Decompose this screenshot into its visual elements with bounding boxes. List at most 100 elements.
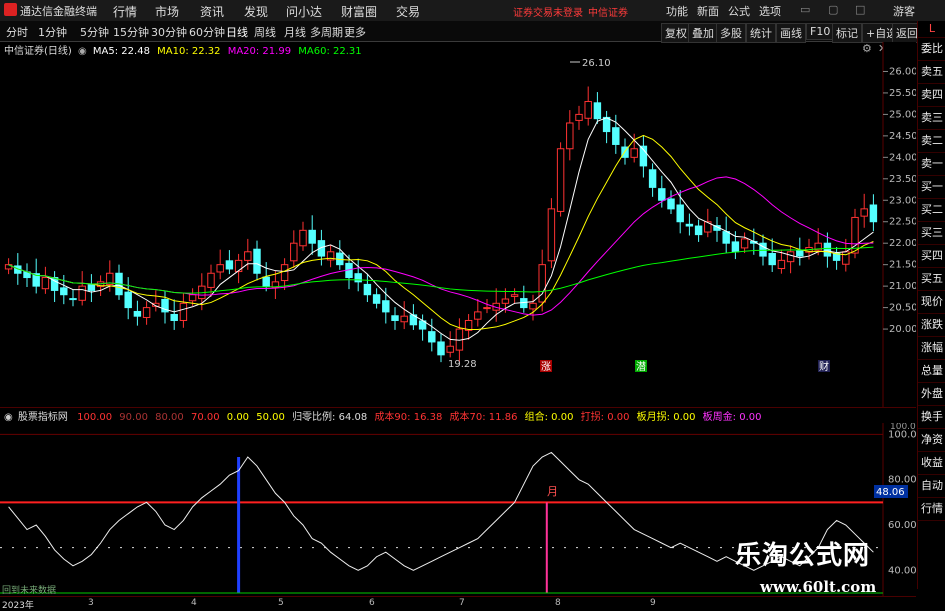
broker-name: 中信证券 [588,8,628,19]
period-60min[interactable]: 60分钟 [189,24,225,40]
ind-axis-label: 40.00 [888,565,916,576]
menu-trade[interactable]: 交易 [396,3,420,20]
price-tick-label: 21.50 [889,260,916,271]
low-annotation: 19.28 [448,359,477,370]
candle-body [133,310,142,317]
period-30min[interactable]: 30分钟 [151,24,187,40]
menu-formula[interactable]: 公式 [728,3,750,19]
indicator-v0: 0.00 [226,412,250,423]
price-tick-label: 21.00 [889,281,916,292]
menu-discover[interactable]: 发现 [244,3,268,20]
price-tick-label: 22.00 [889,238,916,249]
timeline-bar: 2023年 3 4 5 6 7 8 9 [0,596,916,611]
side-item-6[interactable]: 卖一 [918,153,945,176]
side-item-16[interactable]: 外盘 [918,383,945,406]
candle-body [694,225,703,236]
toolbar-draw[interactable]: 画线 [776,23,806,43]
period-more[interactable]: 更多 [344,24,366,40]
candle-body [216,264,224,273]
menu-function[interactable]: 功能 [666,3,688,19]
indicator-v100: 100.00 [77,412,113,423]
indicator-cost70: 成本70: 11.86 [449,412,518,423]
menu-quotes[interactable]: 行情 [113,3,137,20]
candle-body [648,169,657,188]
candle-body [538,264,546,303]
side-item-14[interactable]: 涨幅 [918,337,945,360]
candle-body [777,259,786,270]
candle-body [391,315,399,321]
period-intraday[interactable]: 分时 [6,24,28,40]
candle-body [244,251,252,261]
candle-body [354,273,362,283]
app-logo-icon [4,3,17,16]
price-tick-label: 23.00 [889,195,916,206]
toolbar-mark[interactable]: 标记 [832,23,862,43]
toolbar-f10[interactable]: F10 [806,23,835,40]
side-item-13[interactable]: 涨跌 [918,314,945,337]
minimize-icon[interactable]: ▭ [800,3,810,16]
side-item-7[interactable]: 买一 [918,176,945,199]
period-multi[interactable]: 多周期 [310,24,343,40]
side-item-11[interactable]: 买五 [918,268,945,291]
restore-icon[interactable]: ▢ [828,3,838,16]
candle-body [225,260,234,270]
candle-body [41,277,50,290]
side-item-18[interactable]: 净资 [918,429,945,452]
future-data-label[interactable]: 回到未来数据 [2,583,56,596]
candle-body [299,229,307,247]
side-item-8[interactable]: 买二 [918,199,945,222]
indicator-header: ◉ 股票指标网 100.00 90.00 80.00 70.00 0.00 50… [0,407,916,424]
candlestick-chart[interactable]: 26.00 25.50 25.00 24.50 24.00 23.50 23.00 22.50… [0,42,916,407]
candles-group [4,86,878,363]
toolbar-adjust[interactable]: 复权 [661,23,691,43]
side-item-1[interactable]: 委比 [918,38,945,61]
side-item-9[interactable]: 买三 [918,222,945,245]
side-item-20[interactable]: 自动 [918,475,945,498]
candle-body [731,241,740,253]
menu-ask[interactable]: 问小达 [286,3,322,20]
side-item-5[interactable]: 卖二 [918,130,945,153]
side-item-3[interactable]: 卖四 [918,84,945,107]
menu-news[interactable]: 资讯 [200,3,224,20]
menu-options[interactable]: 选项 [759,3,781,19]
side-item-21[interactable]: 行情 [918,498,945,521]
menu-market[interactable]: 市场 [155,3,179,20]
candle-body [676,204,684,223]
candle-body [722,231,730,244]
period-1min[interactable]: 1分钟 [38,24,67,40]
period-15min[interactable]: 15分钟 [113,24,149,40]
signal-zhang: 涨 [541,361,551,373]
ind-axis-label: 60.00 [888,520,916,531]
period-monthly[interactable]: 月线 [284,24,306,40]
indicator-toggle-icon[interactable]: ◉ [4,412,13,423]
toolbar-stats[interactable]: 统计 [746,23,776,43]
side-item-12[interactable]: 现价 [918,291,945,314]
side-item-17[interactable]: 换手 [918,406,945,429]
maximize-icon[interactable]: □ [855,3,865,16]
candle-body [796,249,804,257]
side-item-10[interactable]: 买四 [918,245,945,268]
indicator-name[interactable]: 股票指标网 [18,412,68,423]
login-notice[interactable]: 证券交易未登录 [513,4,583,19]
menu-wealth[interactable]: 财富圈 [341,3,377,20]
month-4: 4 [191,598,197,608]
candle-body [308,229,316,244]
side-item-15[interactable]: 总量 [918,360,945,383]
period-weekly[interactable]: 周线 [254,24,276,40]
timeline-year: 2023年 [2,601,34,611]
menu-bar: 通达信金融终端 行情 市场 资讯 发现 问小达 财富圈 交易 证券交易未登录 中… [0,0,945,22]
side-item-4[interactable]: 卖三 [918,107,945,130]
candle-body [400,315,408,323]
candle-body [428,331,436,343]
toolbar-overlay[interactable]: 叠加 [688,23,718,43]
side-item-0[interactable]: L [918,21,945,38]
period-daily[interactable]: 日线 [226,24,248,40]
toolbar-multi[interactable]: 多股 [716,23,746,43]
side-item-19[interactable]: 收益 [918,452,945,475]
period-5min[interactable]: 5分钟 [80,24,109,40]
side-item-2[interactable]: 卖五 [918,61,945,84]
menu-newpage[interactable]: 新面 [697,3,719,19]
guest-label[interactable]: 游客 [893,3,915,19]
candle-body [658,188,666,201]
candle-body [510,294,519,297]
